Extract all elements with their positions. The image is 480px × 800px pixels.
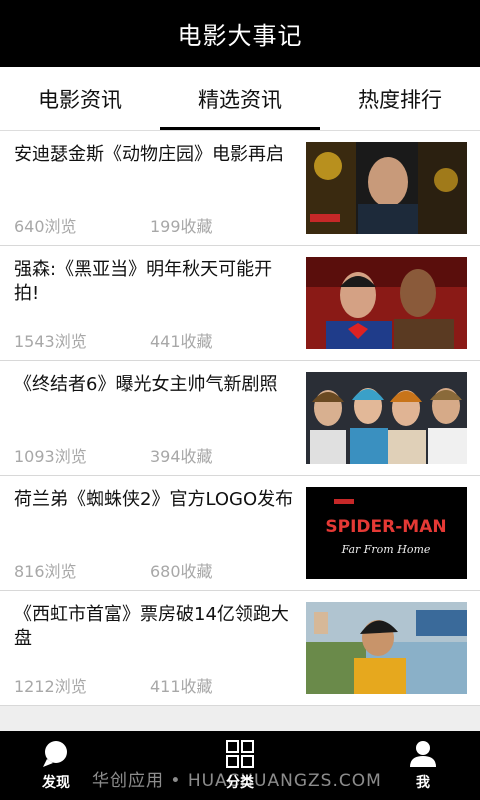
thumb-subtitle: Far From Home <box>341 543 431 556</box>
article-thumbnail <box>306 372 467 464</box>
article-thumbnail <box>306 602 467 694</box>
article-meta: 1093浏览 394收藏 <box>14 443 213 467</box>
list-item[interactable]: 荷兰弟《蜘蛛侠2》官方LOGO发布 816浏览 680收藏 SPIDER-MAN … <box>0 476 480 591</box>
article-meta: 1212浏览 411收藏 <box>14 673 213 697</box>
article-list: 安迪瑟金斯《动物庄园》电影再启 640浏览 199收藏 强森:《黑亚当》明年秋天可… <box>0 131 480 706</box>
view-count: 1543浏览 <box>14 332 87 351</box>
list-item[interactable]: 《西虹市首富》票房破14亿领跑大盘 1212浏览 411收藏 <box>0 591 480 706</box>
page-title: 电影大事记 <box>177 22 303 50</box>
view-count: 640浏览 <box>14 217 77 236</box>
article-meta: 816浏览 680收藏 <box>14 558 213 582</box>
thumb-title: SPIDER-MAN <box>325 517 446 537</box>
nav-me[interactable]: 我 <box>391 731 455 800</box>
favorite-count: 411收藏 <box>150 677 213 696</box>
article-title: 《终结者6》曝光女主帅气新剧照 <box>14 374 278 395</box>
tab-movie-news[interactable]: 电影资讯 <box>0 67 160 130</box>
tab-label: 热度排行 <box>358 87 442 112</box>
article-thumbnail <box>306 142 467 234</box>
list-item[interactable]: 强森:《黑亚当》明年秋天可能开拍! 1543浏览 441收藏 <box>0 246 480 361</box>
article-meta: 640浏览 199收藏 <box>14 213 213 237</box>
watermark-text: 华创应用 • HUACHUANGZS.COM <box>92 771 382 791</box>
article-thumbnail <box>306 257 467 349</box>
article-thumbnail: SPIDER-MAN Far From Home <box>306 487 467 579</box>
tab-label: 精选资讯 <box>198 87 282 112</box>
view-count: 816浏览 <box>14 562 77 581</box>
view-count: 1212浏览 <box>14 677 87 696</box>
list-item[interactable]: 安迪瑟金斯《动物庄园》电影再启 640浏览 199收藏 <box>0 131 480 246</box>
article-meta: 1543浏览 441收藏 <box>14 328 213 352</box>
view-count: 1093浏览 <box>14 447 87 466</box>
article-title: 荷兰弟《蜘蛛侠2》官方LOGO发布 <box>14 489 294 510</box>
favorite-count: 394收藏 <box>150 447 213 466</box>
user-icon <box>408 739 438 772</box>
article-title: 安迪瑟金斯《动物庄园》电影再启 <box>14 144 284 165</box>
nav-label: 我 <box>416 775 430 791</box>
tab-label: 电影资讯 <box>38 87 122 112</box>
article-title: 强森:《黑亚当》明年秋天可能开拍! <box>14 259 273 304</box>
app-header: 电影大事记 <box>0 0 480 67</box>
tab-hot-ranking[interactable]: 热度排行 <box>320 67 480 130</box>
favorite-count: 199收藏 <box>150 217 213 236</box>
search-icon <box>41 739 71 772</box>
list-item[interactable]: 《终结者6》曝光女主帅气新剧照 1093浏览 394收藏 <box>0 361 480 476</box>
article-title: 《西虹市首富》票房破14亿领跑大盘 <box>14 604 289 649</box>
nav-discover[interactable]: 发现 <box>24 731 88 800</box>
favorite-count: 680收藏 <box>150 562 213 581</box>
tab-bar: 电影资讯 精选资讯 热度排行 <box>0 67 480 130</box>
favorite-count: 441收藏 <box>150 332 213 351</box>
nav-label: 发现 <box>42 775 70 791</box>
tab-featured-news[interactable]: 精选资讯 <box>160 67 320 130</box>
